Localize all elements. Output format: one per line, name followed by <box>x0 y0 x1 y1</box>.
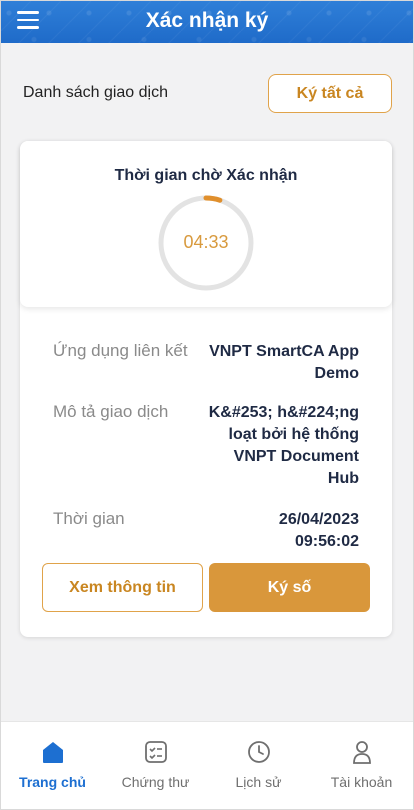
detail-value: 26/04/2023 09:56:02 <box>278 511 359 550</box>
nav-label: Lịch sử <box>235 774 282 790</box>
page-title: Xác nhận ký <box>145 9 269 32</box>
certificate-icon <box>144 741 167 763</box>
sign-button[interactable]: Ký số <box>209 563 370 612</box>
user-icon <box>352 741 371 764</box>
transaction-card: Thời gian chờ Xác nhận 04:33 Ứng dụng li… <box>20 141 392 637</box>
detail-value: K&#253; h&#224;ng loạt bởi hệ thống VNPT… <box>208 404 359 487</box>
nav-item-home[interactable]: Trang chủ <box>1 722 104 809</box>
nav-item-account[interactable]: Tài khoản <box>310 722 413 809</box>
nav-label: Trang chủ <box>19 774 86 790</box>
timer-title: Thời gian chờ Xác nhận <box>114 167 298 184</box>
nav-label: Chứng thư <box>121 774 190 790</box>
app-header: Xác nhận ký <box>1 1 413 43</box>
detail-label: Mô tả giao dịch <box>53 402 169 421</box>
nav-item-history[interactable]: Lịch sử <box>207 722 310 809</box>
bottom-navigation: Trang chủ Chứng thư Lịch sử Tài khoản <box>1 721 413 809</box>
detail-label: Thời gian <box>53 509 125 528</box>
home-icon <box>42 742 63 763</box>
detail-value: VNPT SmartCA App Demo <box>209 343 359 382</box>
nav-item-certificates[interactable]: Chứng thư <box>104 722 207 809</box>
sign-all-button[interactable]: Ký tất cả <box>268 74 392 113</box>
timer-value: 04:33 <box>183 232 229 252</box>
clock-icon <box>247 741 270 763</box>
detail-label: Ứng dụng liên kết <box>53 341 188 360</box>
nav-label: Tài khoản <box>330 774 393 790</box>
view-info-button[interactable]: Xem thông tin <box>42 563 203 612</box>
transaction-list-title: Danh sách giao dịch <box>23 84 168 101</box>
timer-box: Thời gian chờ Xác nhận 04:33 <box>20 141 392 307</box>
